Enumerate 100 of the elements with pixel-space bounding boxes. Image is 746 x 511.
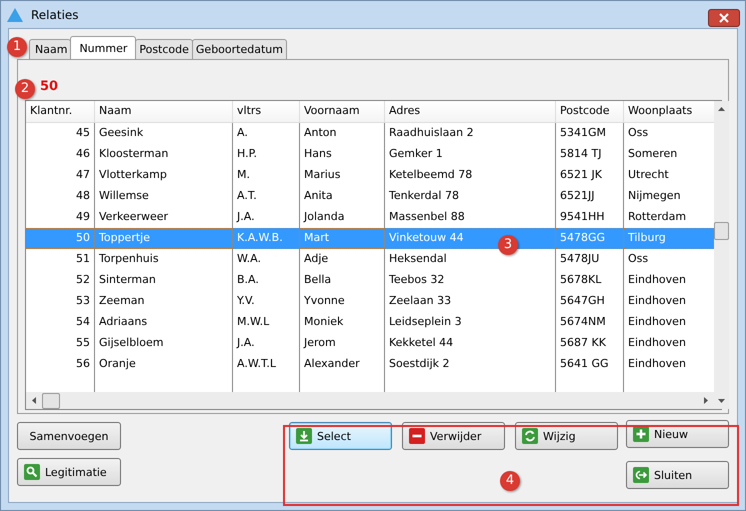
table-cell: Adriaans bbox=[95, 312, 233, 333]
table-cell: 5647GH bbox=[556, 291, 624, 312]
table-cell: A.T. bbox=[233, 186, 300, 207]
table-cell: Marius bbox=[300, 165, 385, 186]
tab[interactable]: Nummer bbox=[70, 36, 136, 59]
table-cell: Bella bbox=[300, 270, 385, 291]
table-cell: Teebos 32 bbox=[385, 270, 556, 291]
scroll-left-icon[interactable] bbox=[32, 397, 36, 404]
table-cell: 55 bbox=[26, 333, 95, 354]
table-cell: Gijselbloem bbox=[95, 333, 233, 354]
table-cell: Leidseplein 3 bbox=[385, 312, 556, 333]
table-cell: W.A. bbox=[233, 249, 300, 270]
table-cell: 5687 KK bbox=[556, 333, 624, 354]
table-cell: 6521JJ bbox=[556, 186, 624, 207]
table-cell: A. bbox=[233, 123, 300, 144]
table-cell: Anita bbox=[300, 186, 385, 207]
table-cell: Kloosterman bbox=[95, 144, 233, 165]
table-cell: Alexander bbox=[300, 354, 385, 375]
scroll-up-icon[interactable] bbox=[718, 107, 725, 111]
download-icon bbox=[296, 428, 312, 444]
table-cell: Sinterman bbox=[95, 270, 233, 291]
table-cell: 5478GG bbox=[556, 228, 624, 249]
table-cell: H.P. bbox=[233, 144, 300, 165]
table-cell: Jerom bbox=[300, 333, 385, 354]
table-cell-text: Eindhoven bbox=[627, 356, 687, 372]
action-button[interactable]: Sluiten bbox=[626, 461, 729, 489]
table-cell: 5641 GG bbox=[556, 354, 624, 375]
triangle-icon bbox=[7, 8, 23, 22]
vertical-scrollbar[interactable] bbox=[714, 101, 729, 409]
table-cell: Oranje bbox=[95, 354, 233, 375]
table-cell: Tenkerdal 78 bbox=[385, 186, 556, 207]
table-cell: Kekketel 44 bbox=[385, 333, 556, 354]
table-cell: Soestdijk 2 bbox=[385, 354, 556, 375]
window-title: Relaties bbox=[31, 8, 80, 22]
table-cell-text: Eindhoven bbox=[627, 335, 687, 351]
table-cell: 52 bbox=[26, 270, 95, 291]
action-button[interactable]: Verwijder bbox=[402, 422, 505, 450]
table-cell: K.A.W.B. bbox=[233, 228, 300, 249]
table-cell: Raadhuislaan 2 bbox=[385, 123, 556, 144]
column-header[interactable]: Woonplaats bbox=[624, 101, 714, 122]
plus-icon bbox=[633, 426, 649, 442]
table-cell: 6521 JK bbox=[556, 165, 624, 186]
table-cell: Yvonne bbox=[300, 291, 385, 312]
table-cell: Mart bbox=[300, 228, 385, 249]
action-button[interactable]: Select bbox=[289, 422, 392, 450]
scroll-down-icon[interactable] bbox=[718, 399, 725, 403]
table-cell: 5674NM bbox=[556, 312, 624, 333]
tab[interactable]: Geboortedatum bbox=[192, 39, 287, 59]
table-cell-text: Eindhoven bbox=[627, 314, 687, 330]
refresh-icon bbox=[522, 428, 538, 444]
column-header[interactable]: Voornaam bbox=[300, 101, 385, 122]
table-cell: Hans bbox=[300, 144, 385, 165]
action-button[interactable]: Wijzig bbox=[515, 422, 618, 450]
scroll-thumb[interactable] bbox=[714, 222, 729, 240]
table-cell: 5341GM bbox=[556, 123, 624, 144]
table-cell: Geesink bbox=[95, 123, 233, 144]
table-cell-text: Eindhoven bbox=[627, 272, 687, 288]
table-cell: 50 bbox=[26, 228, 95, 249]
table-cell: Gemker 1 bbox=[385, 144, 556, 165]
scroll-right-icon[interactable] bbox=[704, 397, 708, 404]
table-cell-text: Nijmegen bbox=[627, 188, 682, 204]
scroll-thumb[interactable] bbox=[42, 392, 60, 408]
table-cell-text: Oss bbox=[627, 251, 650, 267]
horizontal-scrollbar[interactable] bbox=[26, 392, 714, 409]
close-button[interactable] bbox=[708, 9, 740, 27]
column-header[interactable]: Postcode bbox=[556, 101, 624, 122]
tab[interactable]: Naam bbox=[29, 39, 72, 59]
column-header[interactable]: Klantnr. bbox=[26, 101, 95, 122]
table-cell: 54 bbox=[26, 312, 95, 333]
table-cell: 5678KL bbox=[556, 270, 624, 291]
table-cell: 51 bbox=[26, 249, 95, 270]
table-cell: Tilburg bbox=[624, 228, 714, 249]
column-header[interactable]: vltrs bbox=[233, 101, 300, 122]
table-cell: 46 bbox=[26, 144, 95, 165]
table-cell: Adje bbox=[300, 249, 385, 270]
column-header[interactable]: Naam bbox=[95, 101, 233, 122]
table-cell: 53 bbox=[26, 291, 95, 312]
table-cell: 5478JU bbox=[556, 249, 624, 270]
exit-icon bbox=[633, 467, 649, 483]
table-cell: Ketelbeemd 78 bbox=[385, 165, 556, 186]
table-cell: A.W.T.L bbox=[233, 354, 300, 375]
table-cell: 47 bbox=[26, 165, 95, 186]
search-value: 50 bbox=[40, 79, 60, 96]
table-cell: Toppertje bbox=[95, 228, 233, 249]
action-button[interactable]: Samenvoegen bbox=[17, 422, 121, 450]
table-cell: 5814 TJ bbox=[556, 144, 624, 165]
table-cell: Anton bbox=[300, 123, 385, 144]
table-cell: 48 bbox=[26, 186, 95, 207]
column-header[interactable]: Adres bbox=[385, 101, 556, 122]
table-cell: M. bbox=[233, 165, 300, 186]
table-cell: Torpenhuis bbox=[95, 249, 233, 270]
table-cell: Zeeman bbox=[95, 291, 233, 312]
action-button[interactable]: Nieuw bbox=[626, 420, 729, 448]
table-cell: Zeelaan 33 bbox=[385, 291, 556, 312]
action-button[interactable]: Legitimatie bbox=[17, 458, 121, 486]
table-cell-text: Eindhoven bbox=[627, 293, 687, 309]
table-cell: 45 bbox=[26, 123, 95, 144]
tab[interactable]: Postcode bbox=[135, 39, 193, 59]
minus-icon bbox=[409, 428, 425, 444]
search-icon bbox=[24, 464, 40, 480]
